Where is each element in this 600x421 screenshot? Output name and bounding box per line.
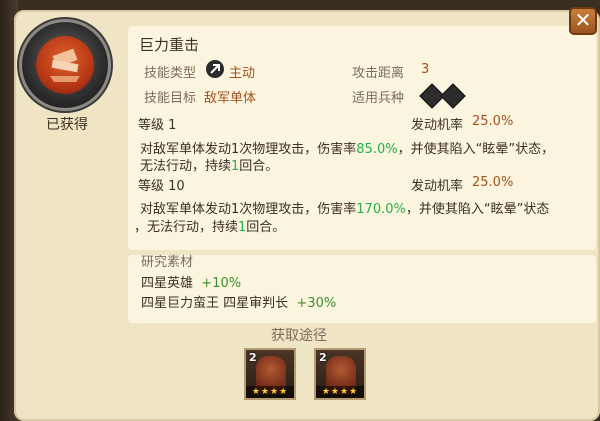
hero-count: 2: [249, 351, 257, 364]
skill-type-label: 技能类型: [144, 66, 197, 81]
skill-target-value: 敌军单体: [204, 91, 257, 106]
level-10-chance-value: 25.0%: [472, 175, 514, 190]
desc-text: ，无法行动，持续: [134, 220, 239, 235]
skill-type-value: 主动: [229, 66, 256, 81]
level-10-label: 等级 10: [138, 179, 185, 194]
desc-text: 回合。: [239, 159, 279, 174]
desc-text: 无法行动，持续: [140, 159, 232, 174]
research-item-bonus: +30%: [296, 296, 337, 311]
research-title: 研究素材: [141, 255, 194, 270]
research-item-name: 四星英雄: [141, 276, 194, 291]
hero-count: 2: [319, 351, 327, 364]
hero-stars: ★★★★: [246, 386, 294, 398]
active-skill-icon: [206, 60, 224, 78]
troop-type-label: 适用兵种: [352, 91, 405, 106]
level-1-chance-value: 25.0%: [472, 114, 514, 129]
acquire-title: 获取途径: [271, 328, 327, 344]
level-10-description-line-2: ，无法行动，持续1回合。: [134, 216, 285, 235]
hero-stars: ★★★★: [316, 386, 364, 398]
skill-name: 巨力重击: [139, 36, 200, 54]
obtained-label: 已获得: [46, 117, 88, 133]
level-1-description-line-2: 无法行动，持续1回合。: [140, 155, 278, 174]
hero-portrait-barbarian-king[interactable]: 2 ★★★★: [244, 348, 296, 400]
damage-rate: 85.0%: [356, 142, 398, 157]
close-button[interactable]: ✕: [569, 7, 597, 35]
level-10-description-line-1: 对敌军单体发动1次物理攻击，伤害率170.0%，并使其陷入“眩晕”状态: [140, 198, 549, 217]
hero-portrait-judge[interactable]: 2 ★★★★: [314, 348, 366, 400]
range-label: 攻击距离: [352, 66, 405, 81]
research-item-name: 四星巨力蛮王 四星审判长: [141, 296, 289, 311]
range-value: 3: [421, 62, 430, 77]
skill-icon: [22, 22, 108, 108]
damage-rate: 170.0%: [356, 202, 406, 217]
research-item: 四星英雄 +10%: [141, 272, 241, 291]
skill-emblem-icon: [36, 36, 94, 94]
level-1-chance-label: 发动机率: [411, 118, 464, 133]
research-item: 四星巨力蛮王 四星审判长 +30%: [141, 292, 336, 311]
level-1-label: 等级 1: [138, 118, 177, 133]
desc-text: ，并使其陷入“眩晕”状态: [405, 202, 550, 217]
desc-text: ，并使其陷入“眩晕”状态，: [397, 142, 555, 157]
skill-target-label: 技能目标: [144, 91, 197, 106]
desc-text: 对敌军单体发动1次物理攻击，伤害率: [140, 202, 357, 217]
research-item-bonus: +10%: [201, 276, 242, 291]
desc-text: 回合。: [246, 220, 286, 235]
level-10-chance-label: 发动机率: [411, 179, 464, 194]
